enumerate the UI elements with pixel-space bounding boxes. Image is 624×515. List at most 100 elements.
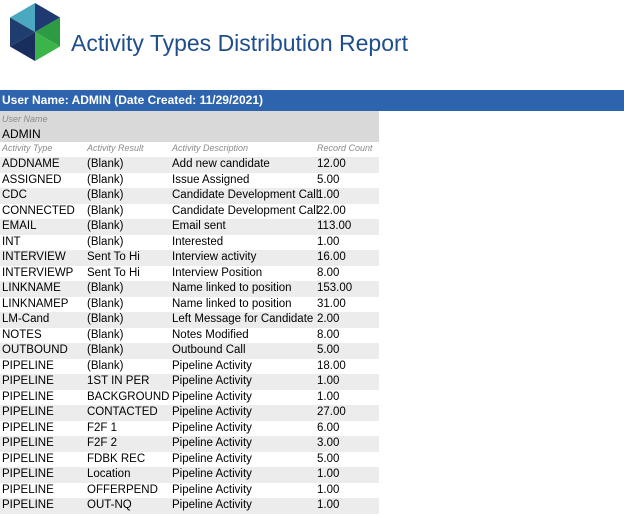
- cell-activity-type: LM-Cand: [2, 313, 50, 325]
- cell-activity-description: Candidate Development Call: [172, 189, 319, 201]
- cell-activity-result: (Blank): [87, 328, 124, 341]
- cell-record-count: 12.00: [317, 158, 346, 170]
- cell-activity-type: EMAIL: [2, 220, 37, 232]
- table-row: INTERVIEWP Sent To Hi Interview Position 8.…: [0, 266, 379, 282]
- cell-activity-description: Interview Position: [172, 266, 263, 279]
- cell-activity-type: PIPELINE: [2, 499, 54, 511]
- cell-activity-description: Pipeline Activity: [172, 468, 252, 480]
- column-header-activity-result: Activity Result: [87, 143, 144, 153]
- cell-activity-type: OUTBOUND: [2, 344, 68, 356]
- cell-record-count: 16.00: [317, 251, 346, 263]
- cell-activity-description: Issue Assigned: [172, 173, 250, 186]
- cell-activity-result: F2F 1: [87, 421, 118, 434]
- column-header-activity-description: Activity Description: [172, 143, 249, 153]
- cell-activity-result: BACKGROUND: [87, 390, 170, 403]
- cell-record-count: 8.00: [317, 266, 340, 279]
- cell-record-count: 113.00: [317, 220, 352, 232]
- table-row: EMAIL (Blank) Email sent 113.00: [0, 219, 379, 235]
- cell-activity-description: Pipeline Activity: [172, 390, 252, 403]
- cell-record-count: 1.00: [317, 189, 340, 201]
- table-row: ASSIGNED (Blank) Issue Assigned 5.00: [0, 173, 379, 189]
- table-row: PIPELINE CONTACTED Pipeline Activity 27.00: [0, 405, 379, 421]
- cell-record-count: 31.00: [317, 297, 346, 310]
- table-row: ADDNAME (Blank) Add new candidate 12.00: [0, 157, 379, 173]
- cell-record-count: 27.00: [317, 406, 346, 418]
- cell-activity-type: PIPELINE: [2, 421, 54, 434]
- table-row: OUTBOUND (Blank) Outbound Call 5.00: [0, 343, 379, 359]
- table-row: INTERVIEW Sent To Hi Interview activity 16.…: [0, 250, 379, 266]
- cell-activity-result: (Blank): [87, 158, 124, 170]
- table-row: PIPELINE (Blank) Pipeline Activity 18.00: [0, 359, 379, 375]
- cell-record-count: 1.00: [317, 375, 340, 387]
- cell-activity-type: INT: [2, 235, 21, 248]
- cell-activity-type: LINKNAMEP: [2, 297, 69, 310]
- cell-activity-description: Candidate Development Call: [172, 204, 319, 217]
- table-row: PIPELINE F2F 2 Pipeline Activity 3.00: [0, 436, 379, 452]
- cell-activity-result: (Blank): [87, 282, 124, 294]
- cell-activity-result: (Blank): [87, 235, 124, 248]
- cell-activity-result: F2F 2: [87, 437, 118, 449]
- table-row: NOTES (Blank) Notes Modified 8.00: [0, 328, 379, 344]
- column-header-activity-type: Activity Type: [2, 143, 53, 153]
- cell-activity-description: Pipeline Activity: [172, 421, 252, 434]
- cell-record-count: 5.00: [317, 452, 340, 465]
- cell-activity-result: (Blank): [87, 359, 124, 372]
- table-row: PIPELINE OFFERPEND Pipeline Activity 1.00: [0, 483, 379, 499]
- cell-activity-result: (Blank): [87, 220, 124, 232]
- cell-activity-type: LINKNAME: [2, 282, 61, 294]
- cell-record-count: 1.00: [317, 468, 340, 480]
- cell-activity-type: ASSIGNED: [2, 173, 62, 186]
- cell-activity-result: FDBK REC: [87, 452, 146, 465]
- cell-record-count: 8.00: [317, 328, 340, 341]
- cell-record-count: 3.00: [317, 437, 340, 449]
- user-name-label: User Name: [2, 114, 48, 124]
- cell-activity-result: (Blank): [87, 313, 124, 325]
- cell-activity-type: INTERVIEW: [2, 251, 66, 263]
- table-row: PIPELINE OUT-NQ Pipeline Activity 1.00: [0, 498, 379, 514]
- user-group-header: User Name ADMIN: [0, 111, 379, 142]
- user-name-value: ADMIN: [2, 127, 41, 141]
- cell-activity-type: PIPELINE: [2, 468, 54, 480]
- cell-activity-description: Pipeline Activity: [172, 437, 252, 449]
- cell-record-count: 1.00: [317, 483, 340, 496]
- cell-activity-result: OUT-NQ: [87, 499, 132, 511]
- cell-activity-description: Pipeline Activity: [172, 375, 252, 387]
- company-logo-icon: [10, 3, 60, 61]
- cell-activity-description: Pipeline Activity: [172, 406, 252, 418]
- cell-record-count: 5.00: [317, 344, 340, 356]
- table-row: CONNECTED (Blank) Candidate Development Ca…: [0, 204, 379, 220]
- cell-record-count: 1.00: [317, 235, 340, 248]
- cell-activity-description: Email sent: [172, 220, 226, 232]
- cell-activity-result: Sent To Hi: [87, 251, 140, 263]
- cell-record-count: 1.00: [317, 390, 340, 403]
- cell-activity-description: Name linked to position: [172, 297, 292, 310]
- cell-activity-description: Pipeline Activity: [172, 483, 252, 496]
- cell-activity-result: 1ST IN PER: [87, 375, 150, 387]
- cell-activity-description: Notes Modified: [172, 328, 249, 341]
- cell-record-count: 2.00: [317, 313, 340, 325]
- cell-activity-description: Pipeline Activity: [172, 359, 252, 372]
- cell-activity-description: Pipeline Activity: [172, 452, 252, 465]
- cell-activity-result: (Blank): [87, 173, 124, 186]
- table-row: CDC (Blank) Candidate Development Call 1.00: [0, 188, 379, 204]
- cell-activity-type: PIPELINE: [2, 375, 54, 387]
- cell-activity-type: PIPELINE: [2, 406, 54, 418]
- cell-activity-description: Outbound Call: [172, 344, 246, 356]
- cell-record-count: 6.00: [317, 421, 340, 434]
- cell-activity-type: PIPELINE: [2, 437, 54, 449]
- cell-activity-description: Interested: [172, 235, 224, 248]
- table-row: PIPELINE Location Pipeline Activity 1.00: [0, 467, 379, 483]
- report-table: ADDNAME (Blank) Add new candidate 12.00 ASSI…: [0, 157, 379, 514]
- cell-record-count: 5.00: [317, 173, 340, 186]
- cell-activity-description: Left Message for Candidate: [172, 313, 314, 325]
- cell-activity-result: CONTACTED: [87, 406, 158, 418]
- cell-activity-description: Name linked to position: [172, 282, 292, 294]
- cell-record-count: 22.00: [317, 204, 346, 217]
- cell-activity-result: OFFERPEND: [87, 483, 158, 496]
- cell-activity-type: CONNECTED: [2, 204, 75, 217]
- cell-activity-type: PIPELINE: [2, 483, 54, 496]
- cell-record-count: 18.00: [317, 359, 346, 372]
- cell-activity-description: Add new candidate: [172, 158, 270, 170]
- table-row: PIPELINE FDBK REC Pipeline Activity 5.00: [0, 452, 379, 468]
- column-header-record-count: Record Count: [317, 143, 373, 153]
